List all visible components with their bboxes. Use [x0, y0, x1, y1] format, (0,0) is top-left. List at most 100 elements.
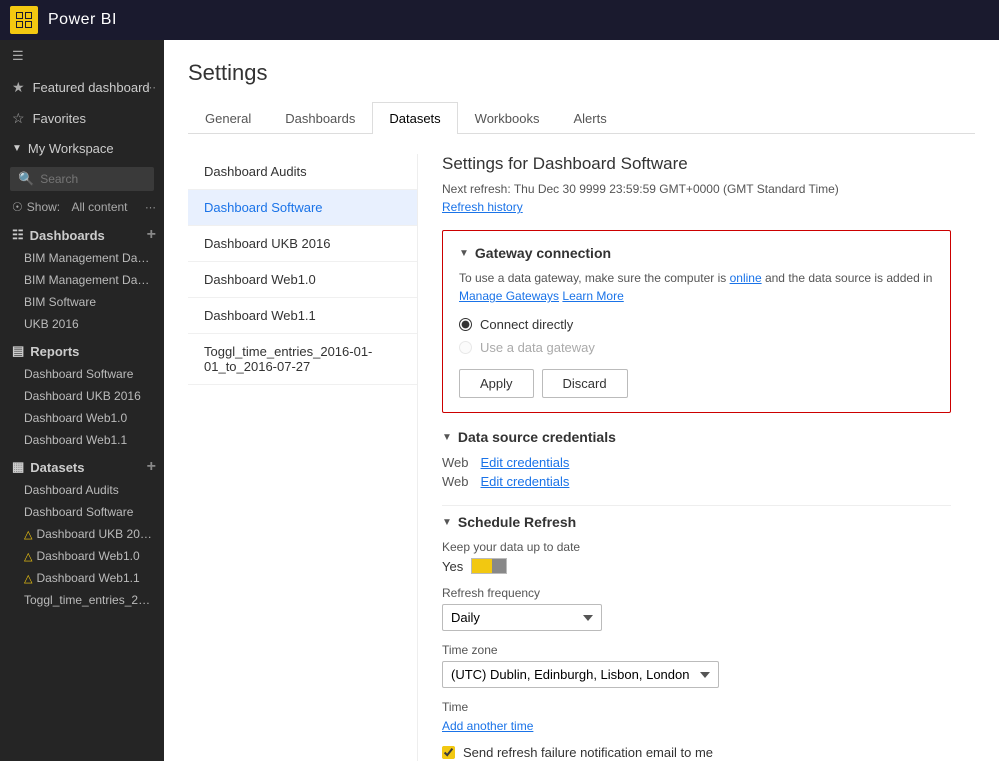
show-label: Show:: [27, 200, 60, 214]
radio-connect-directly[interactable]: Connect directly: [459, 317, 934, 332]
keep-up-label: Keep your data up to date: [442, 540, 951, 554]
tab-datasets[interactable]: Datasets: [372, 102, 457, 134]
search-icon: 🔍: [18, 171, 34, 187]
dataset-list-item-ukb2016[interactable]: Dashboard UKB 2016: [188, 226, 417, 262]
content-area: Dashboard Audits Dashboard Software Dash…: [188, 154, 975, 761]
sidebar-report-web10[interactable]: Dashboard Web1.0: [0, 407, 164, 429]
data-source-header-label: Data source credentials: [458, 429, 616, 445]
sidebar-item-ukb2016[interactable]: UKB 2016: [0, 313, 164, 335]
main-content: Settings General Dashboards Datasets Wor…: [164, 40, 999, 761]
data-source-header[interactable]: ▼ Data source credentials: [442, 429, 951, 445]
eye-icon: ☉: [12, 200, 23, 214]
dataset-list-item-software[interactable]: Dashboard Software: [188, 190, 417, 226]
tab-workbooks[interactable]: Workbooks: [458, 102, 557, 134]
dataset-list-item-web11[interactable]: Dashboard Web1.1: [188, 298, 417, 334]
show-value: All content: [71, 200, 127, 214]
timezone-label: Time zone: [442, 643, 951, 657]
app-title: Power BI: [48, 11, 117, 29]
dots-icon: ⋯: [145, 81, 156, 94]
refresh-history-link[interactable]: Refresh history: [442, 200, 951, 214]
logo-box[interactable]: [10, 6, 38, 34]
schedule-header-label: Schedule Refresh: [458, 514, 576, 530]
next-refresh-text: Next refresh: Thu Dec 30 9999 23:59:59 G…: [442, 182, 951, 196]
tab-alerts[interactable]: Alerts: [556, 102, 623, 134]
topbar: Power BI: [0, 0, 999, 40]
warning-icon: △: [24, 573, 32, 585]
gateway-btn-row: Apply Discard: [459, 369, 934, 398]
sidebar-report-software[interactable]: Dashboard Software: [0, 363, 164, 385]
credential-type-2: Web: [442, 474, 469, 489]
sidebar-dataset-web11[interactable]: △Dashboard Web1.1: [0, 567, 164, 589]
sidebar-my-workspace[interactable]: ▼ My Workspace: [0, 134, 164, 163]
add-another-time-link[interactable]: Add another time: [442, 719, 533, 733]
sidebar-item-favorites[interactable]: ☆ Favorites: [0, 103, 164, 134]
edit-credentials-link-1[interactable]: Edit credentials: [481, 455, 570, 470]
collapse-icon: ▼: [442, 432, 452, 443]
sidebar-dataset-audits[interactable]: Dashboard Audits: [0, 479, 164, 501]
edit-credentials-link-2[interactable]: Edit credentials: [481, 474, 570, 489]
sidebar-group-reports[interactable]: ▤ Reports: [0, 335, 164, 363]
sidebar-dataset-software[interactable]: Dashboard Software: [0, 501, 164, 523]
sidebar-item-featured-dashboard[interactable]: ★ Featured dashboard ⋯: [0, 72, 164, 103]
online-link[interactable]: online: [730, 271, 762, 285]
sidebar-item-bim1[interactable]: BIM Management Dashb...: [0, 247, 164, 269]
search-input[interactable]: [40, 172, 146, 186]
gateway-header-label: Gateway connection: [475, 245, 611, 261]
sidebar-item-bim2[interactable]: BIM Management Dashb...: [0, 269, 164, 291]
keep-up-toggle-row: Yes: [442, 558, 951, 574]
sidebar: ☰ ★ Featured dashboard ⋯ ☆ Favorites ▼ M…: [0, 40, 164, 761]
page-title: Settings: [188, 60, 975, 86]
sidebar-show-content[interactable]: ☉ Show: All content ⋯: [0, 195, 164, 219]
warning-icon: △: [24, 551, 32, 563]
dataset-list-item-audits[interactable]: Dashboard Audits: [188, 154, 417, 190]
dataset-list-item-web10[interactable]: Dashboard Web1.0: [188, 262, 417, 298]
sidebar-dataset-ukb2016[interactable]: △Dashboard UKB 2016: [0, 523, 164, 545]
time-label: Time: [442, 700, 951, 714]
datasets-icon: ▦: [12, 459, 24, 475]
tab-dashboards[interactable]: Dashboards: [268, 102, 372, 134]
gateway-description: To use a data gateway, make sure the com…: [459, 269, 934, 305]
learn-more-link[interactable]: Learn More: [562, 289, 623, 303]
tab-general[interactable]: General: [188, 102, 268, 134]
dashboard-icon: ☷: [12, 227, 24, 243]
dashboards-group-label: Dashboards: [30, 228, 105, 243]
gateway-header[interactable]: ▼ Gateway connection: [459, 245, 934, 261]
sidebar-report-web11[interactable]: Dashboard Web1.1: [0, 429, 164, 451]
timezone-select[interactable]: (UTC) Dublin, Edinburgh, Lisbon, London: [442, 661, 719, 688]
gateway-radio-group: Connect directly Use a data gateway: [459, 317, 934, 355]
sidebar-item-bim-software[interactable]: BIM Software: [0, 291, 164, 313]
radio-connect-directly-input[interactable]: [459, 318, 472, 331]
star-icon: ★: [12, 79, 25, 96]
settings-for-title: Settings for Dashboard Software: [442, 154, 951, 174]
credentials-row-2: Web Edit credentials: [442, 474, 951, 489]
frequency-select[interactable]: Daily Weekly: [442, 604, 602, 631]
manage-gateways-link[interactable]: Manage Gateways: [459, 289, 559, 303]
desc-start: To use a data gateway, make sure the com…: [459, 271, 730, 285]
sidebar-dataset-web10[interactable]: △Dashboard Web1.0: [0, 545, 164, 567]
gateway-section: ▼ Gateway connection To use a data gatew…: [442, 230, 951, 413]
menu-icon[interactable]: ☰: [0, 40, 164, 72]
search-box: 🔍: [10, 167, 154, 191]
sidebar-group-datasets[interactable]: ▦ Datasets +: [0, 451, 164, 479]
credentials-row-1: Web Edit credentials: [442, 455, 951, 470]
reports-icon: ▤: [12, 343, 24, 359]
gateway-apply-button[interactable]: Apply: [459, 369, 534, 398]
sidebar-report-ukb2016[interactable]: Dashboard UKB 2016: [0, 385, 164, 407]
dataset-list: Dashboard Audits Dashboard Software Dash…: [188, 154, 418, 761]
add-dataset-button[interactable]: +: [147, 458, 156, 476]
add-dashboard-button[interactable]: +: [147, 226, 156, 244]
keep-up-toggle[interactable]: [471, 558, 507, 574]
sidebar-dataset-toggl[interactable]: Toggl_time_entries_2016-...✦: [0, 589, 164, 611]
notification-label: Send refresh failure notification email …: [463, 745, 713, 760]
radio-use-gateway-input[interactable]: [459, 341, 472, 354]
favorites-label: Favorites: [33, 111, 86, 126]
dots-icon: ⋯: [145, 201, 156, 214]
sidebar-group-dashboards[interactable]: ☷ Dashboards +: [0, 219, 164, 247]
dataset-list-item-toggl[interactable]: Toggl_time_entries_2016-01-01_to_2016-07…: [188, 334, 417, 385]
next-refresh-label: Next refresh:: [442, 182, 511, 196]
notification-checkbox[interactable]: [442, 746, 455, 759]
radio-use-gateway-label: Use a data gateway: [480, 340, 595, 355]
gateway-discard-button[interactable]: Discard: [542, 369, 628, 398]
schedule-header[interactable]: ▼ Schedule Refresh: [442, 514, 951, 530]
radio-use-gateway[interactable]: Use a data gateway: [459, 340, 934, 355]
